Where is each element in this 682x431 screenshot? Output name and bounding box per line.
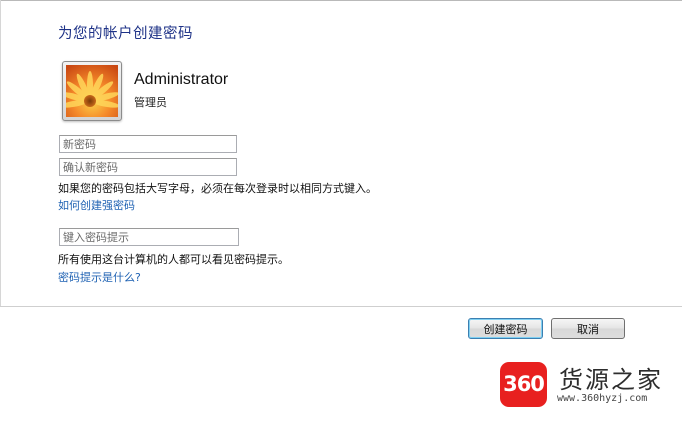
user-name: Administrator xyxy=(134,71,229,88)
new-password-input[interactable] xyxy=(59,135,237,153)
watermark-url: www.360hyzj.com xyxy=(557,393,648,404)
user-role: 管理员 xyxy=(134,96,167,109)
create-password-button[interactable]: 创建密码 xyxy=(468,318,543,339)
hint-visible-note: 所有使用这台计算机的人都可以看见密码提示。 xyxy=(58,253,289,266)
button-bar-divider xyxy=(0,306,682,307)
case-sensitive-note: 如果您的密码包括大写字母，必须在每次登录时以相同方式键入。 xyxy=(58,182,377,195)
strong-password-link[interactable]: 如何创建强密码 xyxy=(58,197,135,213)
watermark-title: 货源之家 xyxy=(559,366,663,394)
confirm-password-input[interactable] xyxy=(59,158,237,176)
create-password-dialog: 为您的帐户创建密码 Administrator 管理员 如果您的密码包括大写字母… xyxy=(0,0,682,431)
flower-picture xyxy=(66,65,118,117)
watermark-badge: 360 xyxy=(500,362,547,407)
page-title: 为您的帐户创建密码 xyxy=(58,26,193,42)
password-hint-input[interactable] xyxy=(59,228,239,246)
flower-avatar-icon xyxy=(62,61,122,121)
watermark: 360 货源之家 www.360hyzj.com xyxy=(500,360,676,410)
cancel-button[interactable]: 取消 xyxy=(551,318,625,339)
what-is-hint-link[interactable]: 密码提示是什么? xyxy=(58,269,141,285)
top-border xyxy=(0,0,682,1)
left-border xyxy=(0,0,1,306)
